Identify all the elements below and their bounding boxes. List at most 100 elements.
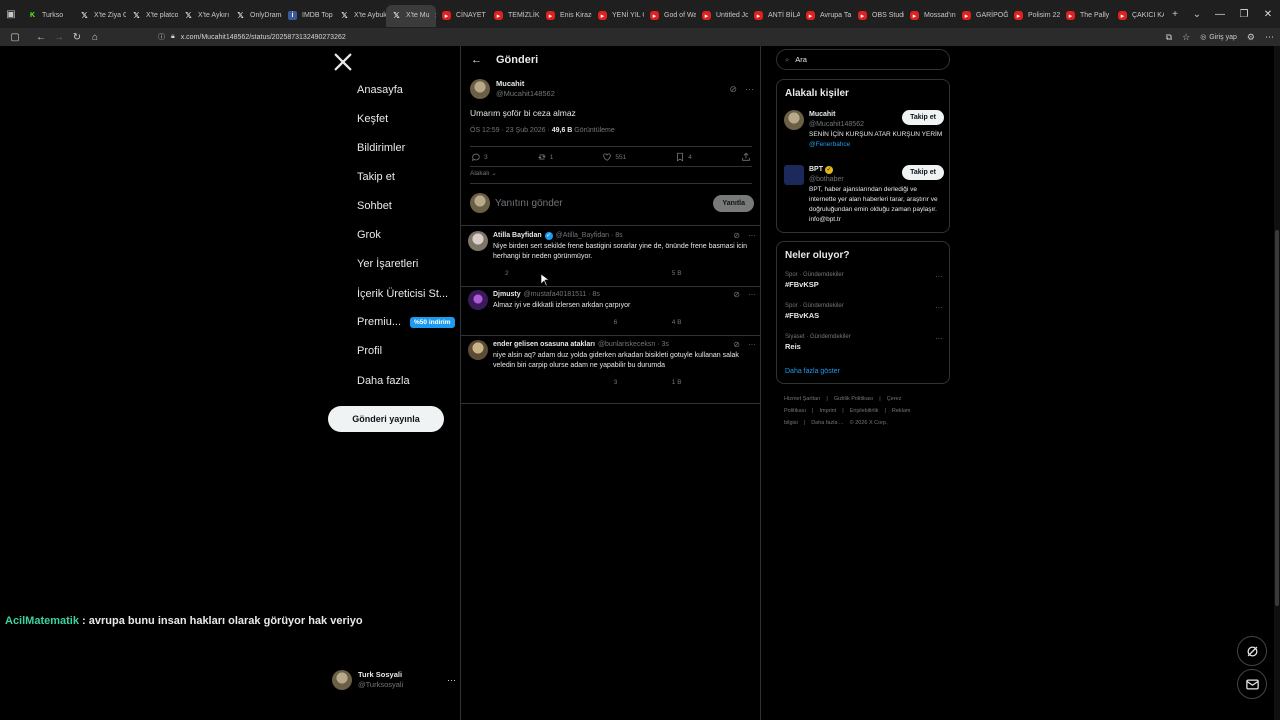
footer-link[interactable]: Hizmet Şartları xyxy=(784,396,820,402)
avatar[interactable] xyxy=(784,165,804,185)
browser-tab[interactable]: 𝕏X'te Mu✕ xyxy=(386,4,436,27)
author-name[interactable]: Djmusty xyxy=(493,290,521,300)
search-input[interactable]: ⌕ Ara xyxy=(776,49,950,70)
more-icon[interactable]: ··· xyxy=(748,290,756,300)
author-handle[interactable]: @Mucahit148562 xyxy=(496,89,555,99)
url-field[interactable]: ⓘ 🔒︎ x.com/Mucahit148562/status/20258731… xyxy=(158,29,1118,45)
repost-action[interactable]: 1 xyxy=(537,152,553,162)
browser-tab[interactable]: 𝕏 X'te Aybuk xyxy=(334,5,386,27)
more-icon[interactable]: ··· xyxy=(935,303,943,312)
mention-link[interactable]: @Fenerbahce xyxy=(809,141,850,148)
repost-action[interactable] xyxy=(547,378,559,387)
sidebar-item-grok[interactable]: Grok xyxy=(332,224,381,246)
reply-action[interactable] xyxy=(493,318,505,327)
avatar[interactable] xyxy=(468,340,488,360)
bookmark-action[interactable] xyxy=(724,318,733,327)
maximize-icon[interactable]: ❐ xyxy=(1232,0,1256,28)
avatar[interactable] xyxy=(784,110,804,130)
person-handle[interactable]: @bothaber xyxy=(809,175,844,185)
browser-tab[interactable]: 𝕏 X'te Ziya G xyxy=(74,5,126,27)
views-action[interactable]: 4 B xyxy=(660,318,682,327)
site-info-icon[interactable]: ⓘ xyxy=(158,32,165,42)
browser-tab[interactable]: ▸ Polisim 22 xyxy=(1008,5,1060,27)
x-logo-icon[interactable] xyxy=(332,51,354,73)
footer-link[interactable]: Imprint xyxy=(819,408,836,414)
new-tab-button[interactable]: + xyxy=(1164,3,1186,25)
person-name[interactable]: Mucahit xyxy=(809,111,835,118)
grok-icon[interactable]: ⊘ xyxy=(729,84,737,95)
author-handle[interactable]: @Atilla_Bayfidan · 8s xyxy=(556,231,623,241)
grok-icon[interactable]: ⊘ xyxy=(733,340,740,350)
relevant-person[interactable]: Mucahit @Mucahit148562 Takip et SENİN İÇİN … xyxy=(784,110,944,150)
repost-action[interactable] xyxy=(547,318,559,327)
post-time[interactable]: ÖS 12:59 · 23 Şub 2026 · xyxy=(470,127,552,134)
scroll-thumb[interactable] xyxy=(1275,230,1279,606)
sidebar-item-ke-fet[interactable]: Keşfet xyxy=(332,108,388,130)
share-action[interactable] xyxy=(743,269,752,278)
more-icon[interactable]: ··· xyxy=(935,272,943,281)
footer-link[interactable]: Gizlilik Politikası xyxy=(834,396,873,402)
browser-tab[interactable]: ▸ YENİ YIL Ç xyxy=(592,5,644,27)
sidebar-item-i-erik-reticisi-st[interactable]: İçerik Üreticisi St... xyxy=(332,283,448,305)
reply-post[interactable]: Atilla Bayfidan ✓ @Atilla_Bayfidan · 8s ⊘ ··… xyxy=(468,231,756,278)
share-action[interactable] xyxy=(741,152,751,162)
sort-dropdown[interactable]: Alakalı ⌄ xyxy=(470,169,497,177)
avatar[interactable] xyxy=(470,79,490,99)
relevant-person[interactable]: BPT ✓ @bothaber Takip et BPT, haber ajansla… xyxy=(784,165,944,225)
more-icon[interactable]: ··· xyxy=(748,340,756,350)
reply-post[interactable]: ender gelisen osasuna atakları @bunlarisk… xyxy=(468,340,756,387)
sidebar-item-yer-i-aretleri[interactable]: Yer İşaretleri xyxy=(332,253,418,275)
reply-post[interactable]: Djmusty @mustafa40181511 · 8s ⊘ ··· Almaz iy… xyxy=(468,290,756,327)
browser-tab[interactable]: ▸ OBS Studio xyxy=(852,5,904,27)
repost-action[interactable] xyxy=(551,269,563,278)
scrollbar[interactable] xyxy=(1274,46,1280,720)
profile-button[interactable]: ◎ Giriş yap xyxy=(1200,33,1237,42)
bookmark-action[interactable] xyxy=(724,269,733,278)
sidebar-item-sohbet[interactable]: Sohbet xyxy=(332,195,392,217)
share-action[interactable] xyxy=(743,318,752,327)
person-handle[interactable]: @Mucahit148562 xyxy=(809,120,864,130)
browser-tab[interactable]: ▸ Enis Kirazo xyxy=(540,5,592,27)
browser-menu-icon[interactable]: ⋯ xyxy=(1265,32,1274,43)
back-arrow-icon[interactable]: ← xyxy=(471,54,482,66)
browser-tab[interactable]: ▸ The Pally xyxy=(1060,5,1112,27)
browser-tab[interactable]: ▸ Avrupa Ta xyxy=(800,5,852,27)
reply-input[interactable]: Yanıtını gönder xyxy=(495,198,563,209)
reply-action[interactable] xyxy=(493,378,505,387)
account-switcher[interactable]: Turk Sosyali @Turksosyali ··· xyxy=(332,670,456,690)
tab-actions-icon[interactable]: ▣ xyxy=(0,3,22,25)
browser-tab[interactable]: ▸ God of Wa xyxy=(644,5,696,27)
avatar[interactable] xyxy=(468,290,488,310)
trend-item[interactable]: Siyaset · Gündemdekiler Reis ··· xyxy=(785,334,943,351)
author-name[interactable]: Atilla Bayfidan xyxy=(493,231,542,241)
close-window-icon[interactable]: ✕ xyxy=(1256,0,1280,28)
views-action[interactable]: 1 B xyxy=(660,378,682,387)
sidebar-item-premiu[interactable]: Premiu... %50 indirim xyxy=(332,311,455,333)
forward-icon[interactable]: → xyxy=(50,28,68,46)
sidebar-item-profil[interactable]: Profil xyxy=(332,340,382,362)
sidebar-item-daha-fazla[interactable]: Daha fazla xyxy=(332,370,410,392)
heart-action[interactable] xyxy=(605,269,617,278)
author-name[interactable]: Mucahit xyxy=(496,79,555,89)
trend-item[interactable]: Spor · Gündemdekiler #FBvKAS ··· xyxy=(785,303,943,320)
like-action[interactable]: 551 xyxy=(602,152,626,162)
more-icon[interactable]: ··· xyxy=(745,84,754,95)
bookmark-action[interactable] xyxy=(724,378,733,387)
favorite-star-icon[interactable]: ☆ xyxy=(1182,32,1190,43)
show-more-link[interactable]: Daha fazla göster xyxy=(785,368,840,375)
bookmark-action[interactable]: 4 xyxy=(675,152,692,162)
browser-tab[interactable]: i IMDB Top xyxy=(282,5,334,27)
browser-tab[interactable]: ▸ CİNAYET Ç xyxy=(436,5,488,27)
browser-tab[interactable]: 𝕏 X'te platco xyxy=(126,5,178,27)
browser-tab[interactable]: 𝕏 X'te Aykırı xyxy=(178,5,230,27)
views-action[interactable]: 5 B xyxy=(660,269,682,278)
tab-list-chevron-icon[interactable]: ⌄ xyxy=(1186,3,1208,25)
reload-icon[interactable]: ↻ xyxy=(68,28,86,46)
avatar[interactable] xyxy=(468,231,488,251)
author-name[interactable]: ender gelisen osasuna atakları xyxy=(493,340,595,350)
grok-icon[interactable]: ⊘ xyxy=(733,290,740,300)
heart-action[interactable]: 6 xyxy=(602,318,618,327)
browser-tab[interactable]: K Turkso xyxy=(22,5,74,27)
heart-action[interactable]: 3 xyxy=(602,378,618,387)
trend-item[interactable]: Spor · Gündemdekiler #FBvKSP ··· xyxy=(785,272,943,289)
